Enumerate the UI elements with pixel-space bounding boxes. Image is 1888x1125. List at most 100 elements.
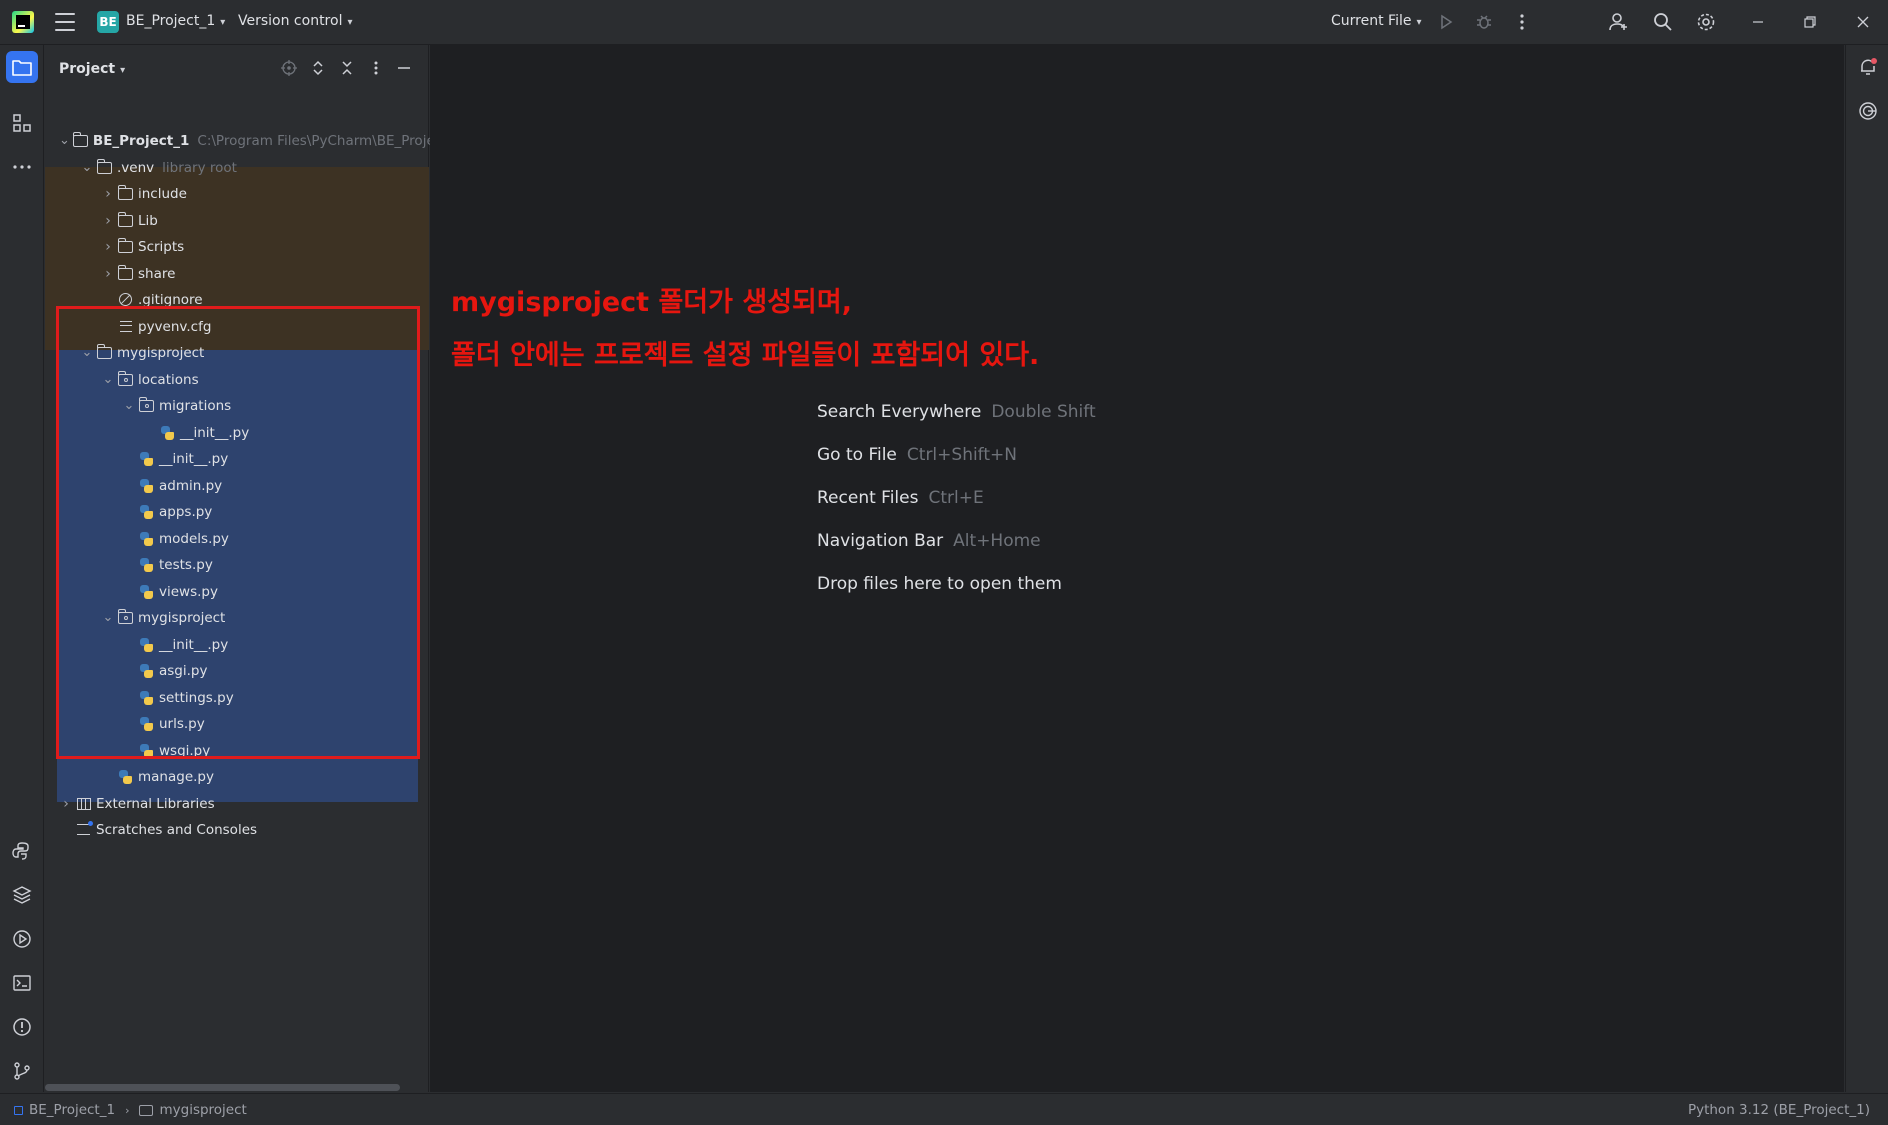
hide-panel-icon[interactable] (395, 59, 413, 77)
locate-file-icon[interactable] (280, 59, 298, 77)
tree-node[interactable]: › share (45, 261, 429, 287)
hint-shortcut: Alt+Home (953, 531, 1041, 551)
tree-node[interactable]: ⌄ migrations (45, 393, 429, 419)
tree-node[interactable]: __init__.py (45, 632, 429, 658)
python-file-icon (138, 557, 156, 573)
tree-node[interactable]: ⌄ BE_Project_1 C:\Program Files\PyCharm\BE… (45, 128, 447, 154)
tree-node[interactable]: Scratches and Consoles (45, 817, 429, 843)
tree-node[interactable]: models.py (45, 526, 429, 552)
tree-node[interactable]: views.py (45, 579, 429, 605)
tree-node[interactable]: asgi.py (45, 658, 429, 684)
tree-node-label: admin.py (159, 477, 223, 494)
git-branch-icon[interactable] (6, 1055, 38, 1087)
python-packages-icon[interactable] (6, 879, 38, 911)
options-icon[interactable] (367, 59, 385, 77)
chevron-down-icon[interactable]: ⌄ (80, 346, 94, 359)
restore-icon[interactable] (1798, 10, 1822, 34)
pycharm-logo-icon[interactable] (12, 11, 34, 33)
version-control-menu[interactable]: Version control ▾ (238, 13, 353, 29)
package-folder-icon (117, 370, 135, 388)
tree-node[interactable]: __init__.py (45, 446, 429, 472)
tree-node-label: tests.py (159, 557, 213, 573)
hint-drop-files: Drop files here to open them (817, 574, 1096, 617)
project-panel-title-label: Project (59, 61, 116, 77)
chevron-right-icon[interactable]: › (101, 213, 115, 229)
terminal-icon[interactable] (6, 967, 38, 999)
project-switcher[interactable]: BE_Project_1 ▾ (126, 13, 225, 29)
tree-node[interactable]: settings.py (45, 685, 429, 711)
horizontal-scrollbar[interactable] (45, 1084, 400, 1091)
chevron-right-icon[interactable]: › (101, 186, 115, 202)
chevron-down-icon[interactable]: ⌄ (59, 134, 70, 147)
hint-recent-files: Recent Files Ctrl+E (817, 488, 1096, 531)
tree-node[interactable]: wsgi.py (45, 738, 429, 764)
main-menu-icon[interactable] (55, 13, 75, 31)
settings-gear-icon[interactable] (1694, 10, 1718, 34)
ai-assistant-icon[interactable] (1854, 97, 1882, 125)
chevron-down-icon[interactable]: ⌄ (122, 399, 136, 412)
tree-node-label: views.py (159, 583, 218, 600)
notifications-bell-icon[interactable] (1854, 53, 1882, 81)
chevron-down-icon[interactable]: ⌄ (101, 373, 115, 386)
title-bar: BE BE_Project_1 ▾ Version control ▾ Curren… (0, 0, 1888, 45)
python-file-icon (138, 716, 156, 732)
tree-node-label: BE_Project_1 (92, 133, 190, 149)
breadcrumb-folder[interactable]: mygisproject (159, 1102, 246, 1118)
more-options-icon[interactable] (1510, 10, 1534, 34)
breadcrumb-project[interactable]: BE_Project_1 (29, 1102, 115, 1118)
minimize-icon[interactable] (1746, 10, 1770, 34)
tree-node[interactable]: pyvenv.cfg (45, 314, 429, 340)
interpreter-widget[interactable]: Python 3.12 (BE_Project_1) (1688, 1102, 1870, 1118)
annotation-line-1: mygisproject 폴더가 생성되며, (451, 287, 852, 318)
tree-node[interactable]: ⌄ locations (45, 367, 429, 393)
python-file-icon (138, 584, 156, 600)
hint-label: Drop files here to open them (817, 574, 1062, 594)
tree-node[interactable]: admin.py (45, 473, 429, 499)
add-user-icon[interactable] (1607, 10, 1631, 34)
run-icon[interactable] (1434, 10, 1458, 34)
tree-node[interactable]: apps.py (45, 499, 429, 525)
tree-node[interactable]: tests.py (45, 552, 429, 578)
tree-node[interactable]: › Lib (45, 208, 429, 234)
tree-node[interactable]: .gitignore (45, 287, 429, 313)
python-console-icon[interactable] (6, 835, 38, 867)
chevron-right-icon[interactable]: › (101, 239, 115, 255)
project-tool-button[interactable] (6, 51, 38, 83)
search-icon[interactable] (1651, 10, 1675, 34)
tree-node-label: models.py (159, 530, 229, 547)
tree-node[interactable]: › External Libraries (45, 791, 429, 817)
editor-empty-area[interactable] (430, 45, 1844, 1092)
chevron-right-icon[interactable]: › (59, 796, 73, 812)
problems-icon[interactable] (6, 1011, 38, 1043)
services-icon[interactable] (6, 923, 38, 955)
python-file-icon (138, 690, 156, 706)
tree-node-label: mygisproject (138, 610, 226, 626)
chevron-right-icon[interactable]: › (101, 266, 115, 282)
tree-node-label: migrations (159, 398, 232, 414)
project-badge[interactable]: BE (97, 11, 119, 33)
tree-node[interactable]: ⌄ .venv library root (45, 155, 429, 181)
folder-icon (117, 238, 135, 255)
tree-node[interactable]: › include (45, 181, 429, 207)
collapse-all-icon[interactable] (338, 59, 356, 77)
project-panel-title[interactable]: Project ▾ (59, 61, 125, 77)
tree-node[interactable]: urls.py (45, 711, 429, 737)
tree-node[interactable]: manage.py (45, 764, 429, 790)
python-file-icon (138, 663, 156, 679)
tree-node[interactable]: ⌄ mygisproject (45, 340, 429, 366)
python-file-icon (138, 531, 156, 547)
chevron-down-icon[interactable]: ⌄ (80, 161, 94, 174)
tree-node[interactable]: ⌄ mygisproject (45, 605, 429, 631)
close-icon[interactable] (1851, 10, 1875, 34)
hint-label: Recent Files (817, 488, 919, 508)
debug-icon[interactable] (1472, 10, 1496, 34)
tree-node-label: settings.py (159, 689, 234, 706)
tree-node[interactable]: › Scripts (45, 234, 429, 260)
structure-icon[interactable] (6, 107, 38, 139)
tree-node[interactable]: __init__.py (45, 420, 429, 446)
run-config-selector[interactable]: Current File ▾ (1331, 13, 1422, 29)
more-tools-icon[interactable] (6, 151, 38, 183)
expand-all-icon[interactable] (309, 59, 327, 77)
annotation-line-2: 폴더 안에는 프로젝트 설정 파일들이 포함되어 있다. (451, 340, 1040, 371)
chevron-down-icon[interactable]: ⌄ (101, 611, 115, 624)
